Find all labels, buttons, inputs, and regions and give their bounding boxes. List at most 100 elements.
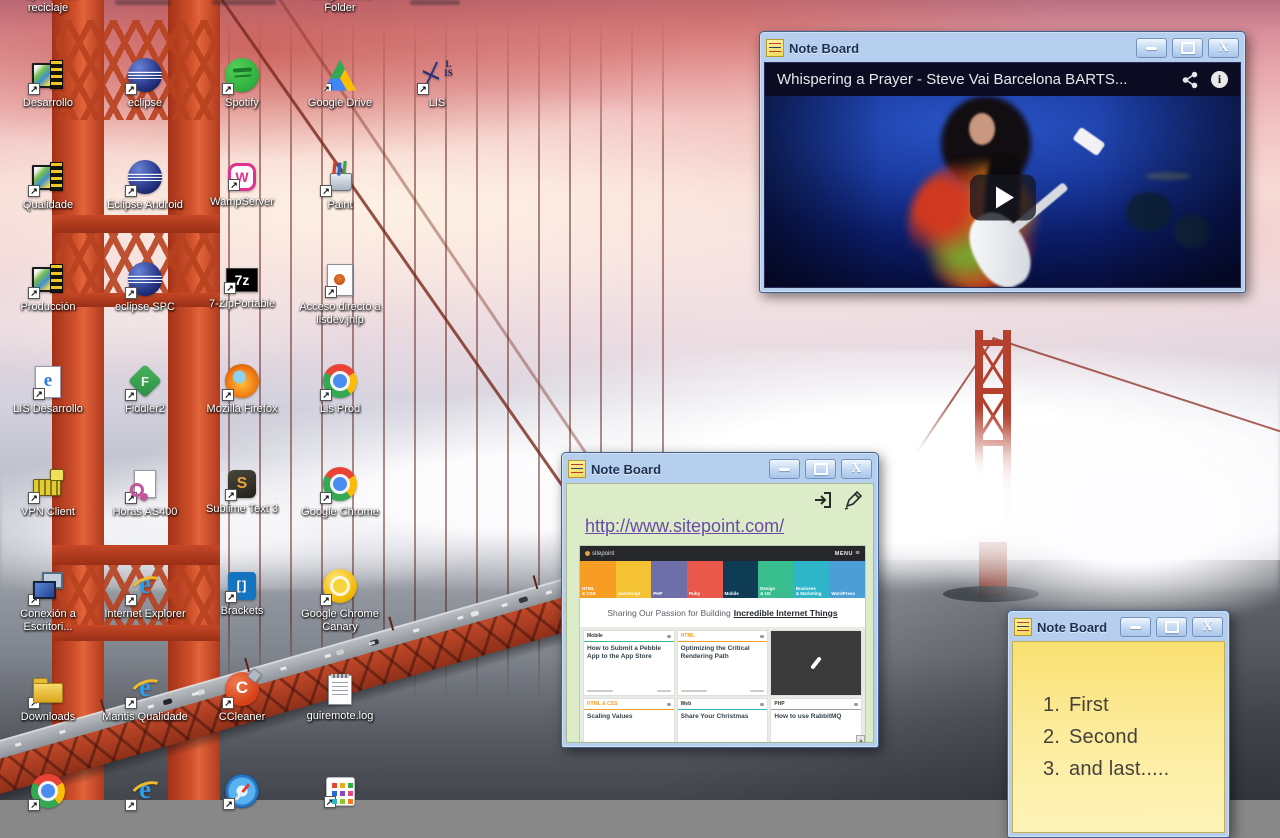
shortcut-arrow-icon [125,389,137,401]
desktop-icon-label: Horas AS400 [97,506,193,519]
desktop-icon-spotify[interactable]: Spotify [194,58,290,110]
desktop-icon-guiremote-log[interactable]: guiremote.log [292,672,388,723]
desktop-icon-ccleaner[interactable]: CCCleaner [194,672,290,724]
card-byline [584,687,674,695]
maximize-button[interactable] [1172,38,1203,58]
minimize-button[interactable] [769,459,800,479]
card-category: PHP [774,701,784,707]
eclipse-icon [128,160,162,194]
gdrive-icon [323,58,357,92]
video-frame[interactable] [765,96,1240,287]
desktop-icon-horas-as400[interactable]: Horas AS400 [97,467,193,519]
card-title: Optimizing the Critical Rendering Path [678,642,768,662]
ccleaner-icon: C [225,672,259,706]
rdp-icon [31,569,65,603]
icon-glyph-text: LIS [444,60,453,92]
card-meta-icon [854,703,858,706]
shortcut-arrow-icon [320,594,332,606]
window-noteboard-video: Note Board X Whispering a Prayer - Steve… [759,31,1246,293]
desktop-icon-lis-prod[interactable]: Lis Prod [292,364,388,416]
desktop-icon-label: Conexión a Escritori... [0,608,96,634]
paint-icon [323,160,357,194]
desktop-icon-producci-n[interactable]: Producción [0,262,96,314]
open-in-browser-icon[interactable] [813,490,833,510]
desktop-icon-eclipse[interactable]: eclipse [97,58,193,110]
desktop-icon-paint[interactable]: Paint [292,160,388,212]
titlebar[interactable]: Note Board X [566,457,874,483]
site-tile: Business & Marketing [794,561,830,598]
desktop-icon-downloads[interactable]: Downloads [0,672,96,724]
desktop-icon-safari[interactable] [194,774,290,808]
desktop-icon-7-zipportable[interactable]: 7z7-ZipPortable [194,262,290,311]
desktop-icon-lis-desarrollo[interactable]: eLIS Desarrollo [0,364,96,416]
desktop-icon-label: Producción [0,301,96,314]
partial-label [115,0,171,5]
minimize-button[interactable] [1120,617,1151,637]
note-list-number: 3. [1043,758,1069,781]
shortcut-arrow-icon [28,185,40,197]
lis-icon: LIS [420,58,454,92]
desktop-icon-acceso-directo-a-lisdev-jnlp[interactable]: Acceso directo a lisdev.jnlp [292,262,388,327]
desktop-icon-qualidade[interactable]: Qualidade [0,160,96,212]
shortcut-arrow-icon [28,492,40,504]
shortcut-arrow-icon [324,796,336,808]
shortcut-arrow-icon [222,83,234,95]
close-button[interactable]: X [1208,38,1239,58]
titlebar[interactable]: Note Board X [1012,615,1225,641]
desktop-icon-mozilla-firefox[interactable]: Mozilla Firefox [194,364,290,416]
card-category: Mobile [587,633,603,639]
site-tile-label: PHP [653,591,662,596]
window-noteboard-link: Note Board X http://www.sitepoint.com/ s… [561,452,879,748]
note-content[interactable]: 1.First2.Second3.and last..... [1012,641,1225,833]
site-headline: Sharing Our Passion for Building Incredi… [580,598,865,627]
shortcut-arrow-icon [28,799,40,811]
desktop-icon-conexi-n-a-escritori[interactable]: Conexión a Escritori... [0,569,96,634]
desktop-icon-ie[interactable]: e [97,774,193,808]
desktop-icon-google-chrome[interactable]: Google Chrome [292,467,388,519]
as400-icon [31,160,65,194]
edit-pencil-icon[interactable] [843,490,863,510]
site-tile: WordPress [829,561,865,598]
share-icon[interactable] [1181,71,1199,89]
desktop-icon-google-chrome-canary[interactable]: Google Chrome Canary [292,569,388,634]
desktop-icon-google-drive[interactable]: Google Drive [292,58,388,110]
play-button[interactable] [970,174,1036,220]
desktop-icon-wampserver[interactable]: WWampServer [194,160,290,209]
desktop-icon-mantis-qualidade[interactable]: eMantis Qualidade [97,672,193,724]
maximize-button[interactable] [805,459,836,479]
desktop-icon-vpn-client[interactable]: VPN Client [0,467,96,519]
note-list-text: Second [1069,726,1138,749]
desktop-icon-fiddler2[interactable]: FFiddler2 [97,364,193,416]
maximize-button[interactable] [1156,617,1187,637]
safari-icon [225,774,259,808]
minimize-button[interactable] [1136,38,1167,58]
desktop-icon-label: 7-ZipPortable [194,298,290,311]
desktop-icon-brackets[interactable]: []Brackets [194,569,290,618]
shortcut-arrow-icon [320,83,332,95]
note-list: 1.First2.Second3.and last..... [1013,694,1224,781]
site-article-card: MobileHow to Submit a Pebble App to the … [584,631,674,695]
site-tile: JavaScript [616,561,652,598]
shortcut-arrow-icon [28,287,40,299]
desktop-icon-eclipse-android[interactable]: Eclipse Android [97,160,193,212]
site-tile: Design & UX [758,561,794,598]
info-icon[interactable]: i [1211,71,1228,88]
desktop-icon-sublime-text-3[interactable]: SSublime Text 3 [194,467,290,516]
site-header: sitepoint MENU [580,546,865,561]
desktop-icon-chrome[interactable] [0,774,96,808]
desktop-icon-label: LIS Desarrollo [0,403,96,416]
titlebar[interactable]: Note Board X [764,36,1241,62]
desktop-icon-lis[interactable]: LISLIS [389,58,485,110]
desktop-icon-label: Google Chrome [292,506,388,519]
scrollbar-down-arrow[interactable] [856,735,865,743]
note-list-item: 3.and last..... [1013,758,1224,781]
note-content[interactable]: http://www.sitepoint.com/ sitepoint MENU… [566,483,874,743]
as400-icon [31,262,65,296]
close-button[interactable]: X [1192,617,1223,637]
desktop-icon-internet-explorer[interactable]: eInternet Explorer [97,569,193,621]
close-button[interactable]: X [841,459,872,479]
desktop-icon-desarrollo[interactable]: Desarrollo [0,58,96,110]
sitepoint-link[interactable]: http://www.sitepoint.com/ [585,516,784,537]
desktop-icon-grid[interactable] [292,774,388,809]
desktop-icon-eclipse-spc[interactable]: eclipse SPC [97,262,193,314]
